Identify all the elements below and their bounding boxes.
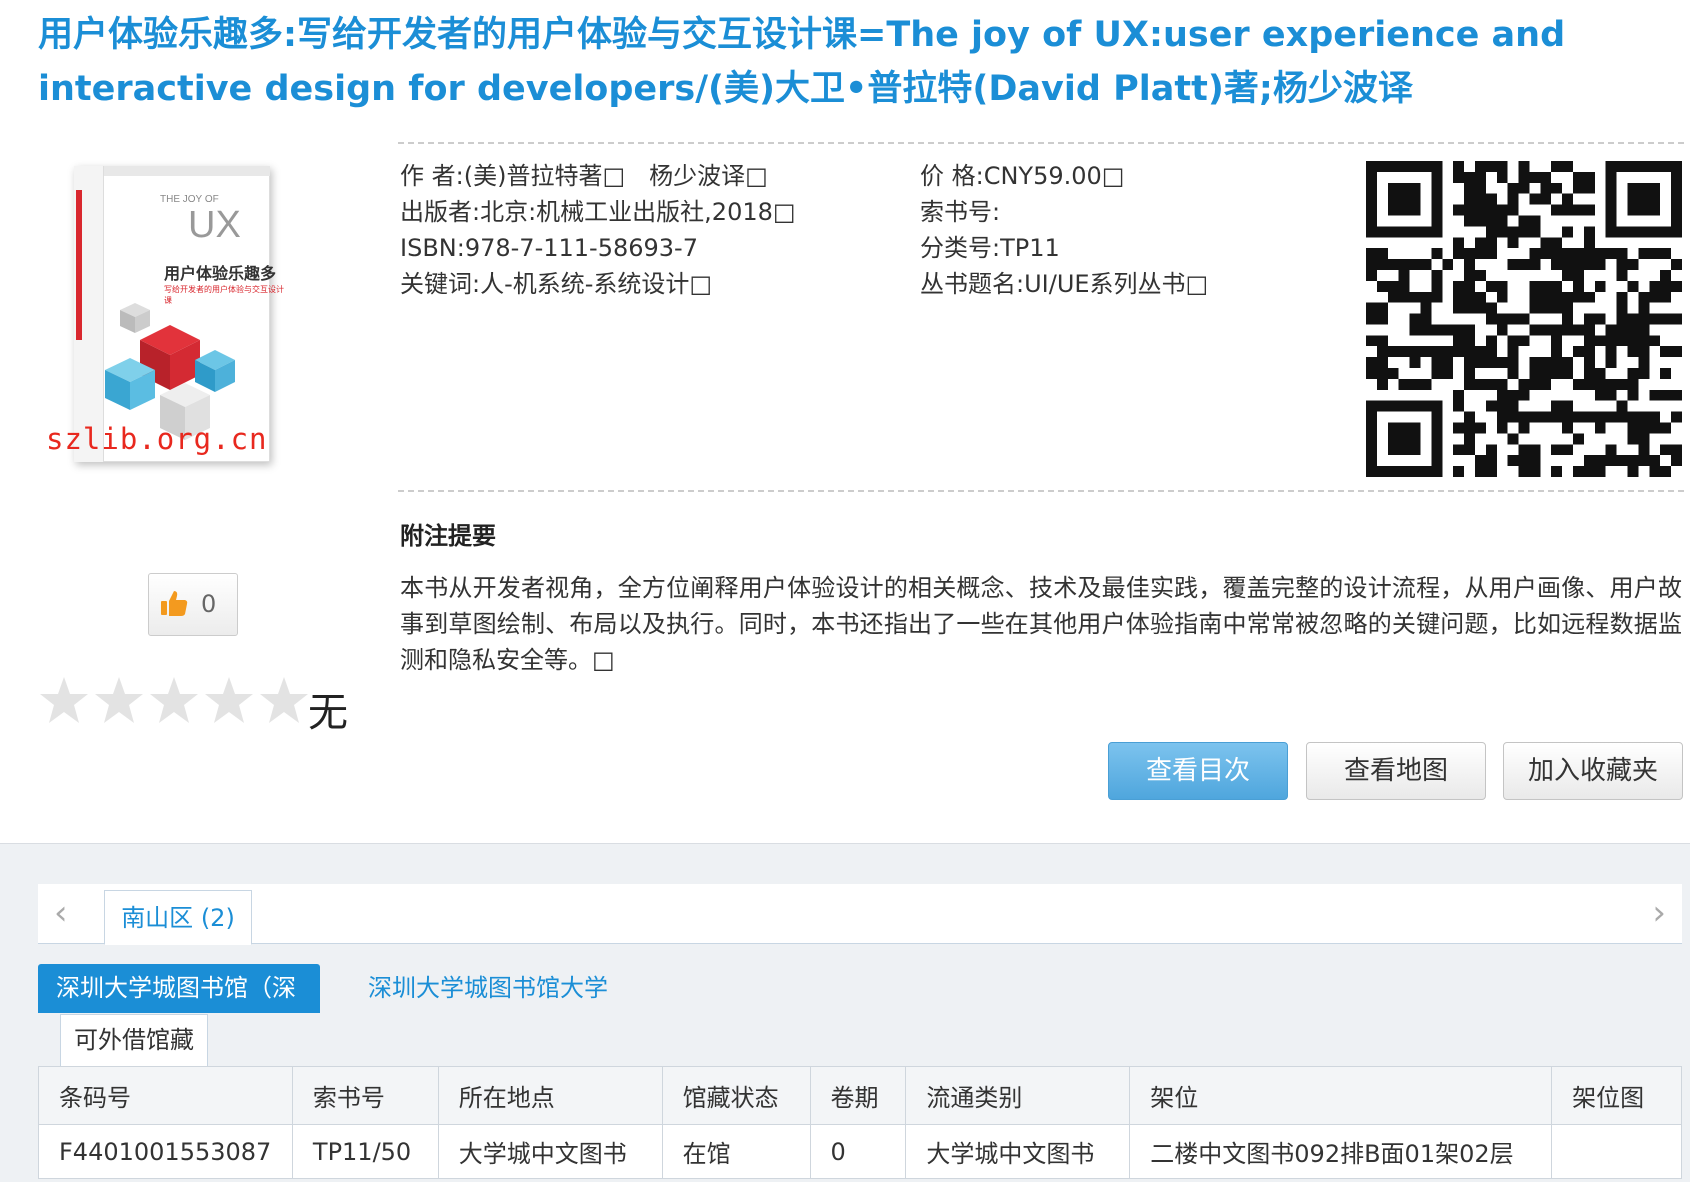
note-text: 本书从开发者视角，全方位阐释用户体验设计的相关概念、技术及最佳实践，覆盖完整的设…	[400, 574, 1682, 674]
star-icon[interactable]	[38, 675, 90, 727]
add-favorite-button[interactable]: 加入收藏夹	[1503, 742, 1683, 800]
meta-keywords: 关键词:人-机系统-系统设计□	[400, 266, 796, 302]
book-title: 用户体验乐趣多:写给开发者的用户体验与交互设计课=The joy of UX:u…	[38, 15, 1566, 109]
meta-label: ISBN:	[400, 234, 465, 262]
meta-value: TP11	[1000, 234, 1060, 262]
qr-code-image	[1366, 161, 1682, 477]
cell-location: 大学城中文图书	[437, 1124, 663, 1179]
meta-value: UI/UE系列丛书□	[1024, 270, 1209, 298]
divider	[398, 142, 1684, 144]
meta-label: 索书号:	[920, 198, 1001, 226]
tab-lendable-holdings[interactable]: 可外借馆藏	[60, 1014, 208, 1066]
meta-label: 关键词:	[400, 270, 481, 298]
cell-call-number: TP11/50	[291, 1124, 439, 1179]
star-icon[interactable]	[203, 675, 255, 727]
cell-shelf-map[interactable]	[1551, 1124, 1682, 1179]
chevron-left-icon[interactable]: ‹	[54, 896, 68, 930]
column-header: 馆藏状态	[661, 1066, 811, 1125]
meta-publisher: 出版者:北京:机械工业出版社,2018□	[400, 194, 796, 230]
meta-isbn: ISBN:978-7-111-58693-7	[400, 230, 796, 266]
qr-finder-center	[1627, 182, 1661, 216]
meta-classification: 分类号:TP11	[920, 230, 1208, 266]
meta-left-column: 作 者:(美)普拉特著□ 杨少波译□ 出版者:北京:机械工业出版社,2018□ …	[400, 158, 796, 302]
meta-value: 978-7-111-58693-7	[464, 234, 698, 262]
cell-volume: 0	[809, 1124, 907, 1179]
meta-value: 北京:机械工业出版社,2018□	[480, 198, 796, 226]
cell-status: 在馆	[661, 1124, 811, 1179]
meta-value: CNY59.00□	[983, 162, 1125, 190]
column-header: 条码号	[38, 1066, 293, 1125]
meta-call-number: 索书号:	[920, 194, 1208, 230]
region-tab-bar: ‹ 南山区 (2) ›	[38, 884, 1682, 945]
meta-label: 分类号:	[920, 234, 1001, 262]
meta-author: 作 者:(美)普拉特著□ 杨少波译□	[400, 158, 796, 194]
meta-label: 作 者:	[400, 162, 464, 190]
meta-right-column: 价 格:CNY59.00□ 索书号: 分类号:TP11 丛书题名:UI/UE系列…	[920, 158, 1208, 302]
meta-label: 丛书题名:	[920, 270, 1025, 298]
cell-barcode: F4401001553087	[38, 1124, 293, 1179]
cell-shelf: 二楼中文图书092排B面01架02层	[1129, 1124, 1553, 1179]
column-header: 索书号	[291, 1066, 439, 1125]
meta-value: (美)普拉特著□ 杨少波译□	[463, 162, 768, 190]
column-header: 流通类别	[905, 1066, 1131, 1125]
tab-region-nanshan[interactable]: 南山区 (2)	[104, 890, 252, 945]
holdings-table: 条码号 索书号 所在地点 馆藏状态 卷期 流通类别 架位 架位图 F440100…	[38, 1066, 1682, 1179]
meta-value: 人-机系统-系统设计□	[480, 270, 713, 298]
book-cover-image: THE JOY OF UX 用户体验乐趣多 写给开发者的用户体验与交互设计课 s…	[40, 150, 290, 470]
thumbs-up-icon	[161, 591, 188, 616]
like-count: 0	[201, 590, 217, 618]
rating-text: 无	[308, 690, 348, 736]
watermark-text: szlib.org.cn	[46, 422, 268, 456]
meta-label: 价 格:	[920, 162, 984, 190]
divider	[398, 490, 1684, 492]
column-header: 架位图	[1551, 1066, 1682, 1125]
chevron-right-icon[interactable]: ›	[1652, 896, 1666, 930]
column-header: 卷期	[809, 1066, 907, 1125]
like-button[interactable]: 0	[148, 573, 238, 636]
column-header: 架位	[1129, 1066, 1553, 1125]
star-icon[interactable]	[148, 675, 200, 727]
table-header-row: 条码号 索书号 所在地点 馆藏状态 卷期 流通类别 架位 架位图	[38, 1066, 1682, 1125]
cover-top-bar	[104, 166, 270, 176]
cover-spine-accent	[76, 190, 82, 340]
meta-series: 丛书题名:UI/UE系列丛书□	[920, 266, 1208, 302]
star-icon[interactable]	[258, 675, 310, 727]
cover-title-cn: 用户体验乐趣多	[164, 264, 277, 283]
tab-library-1[interactable]: 深圳大学城图书馆（深	[38, 964, 320, 1013]
column-header: 所在地点	[437, 1066, 663, 1125]
meta-label: 出版者:	[400, 198, 481, 226]
cell-circulation-type: 大学城中文图书	[905, 1124, 1131, 1179]
qr-finder-center	[1387, 182, 1421, 216]
star-icon[interactable]	[93, 675, 145, 727]
note-heading: 附注提要	[400, 522, 496, 550]
qr-finder-center	[1387, 422, 1421, 456]
view-map-button[interactable]: 查看地图	[1306, 742, 1486, 800]
table-row: F4401001553087 TP11/50 大学城中文图书 在馆 0 大学城中…	[38, 1124, 1682, 1179]
tab-library-2[interactable]: 深圳大学城图书馆大学	[368, 964, 608, 1013]
meta-price: 价 格:CNY59.00□	[920, 158, 1208, 194]
view-toc-button[interactable]: 查看目次	[1108, 742, 1288, 800]
cover-title-big: UX	[188, 204, 241, 246]
